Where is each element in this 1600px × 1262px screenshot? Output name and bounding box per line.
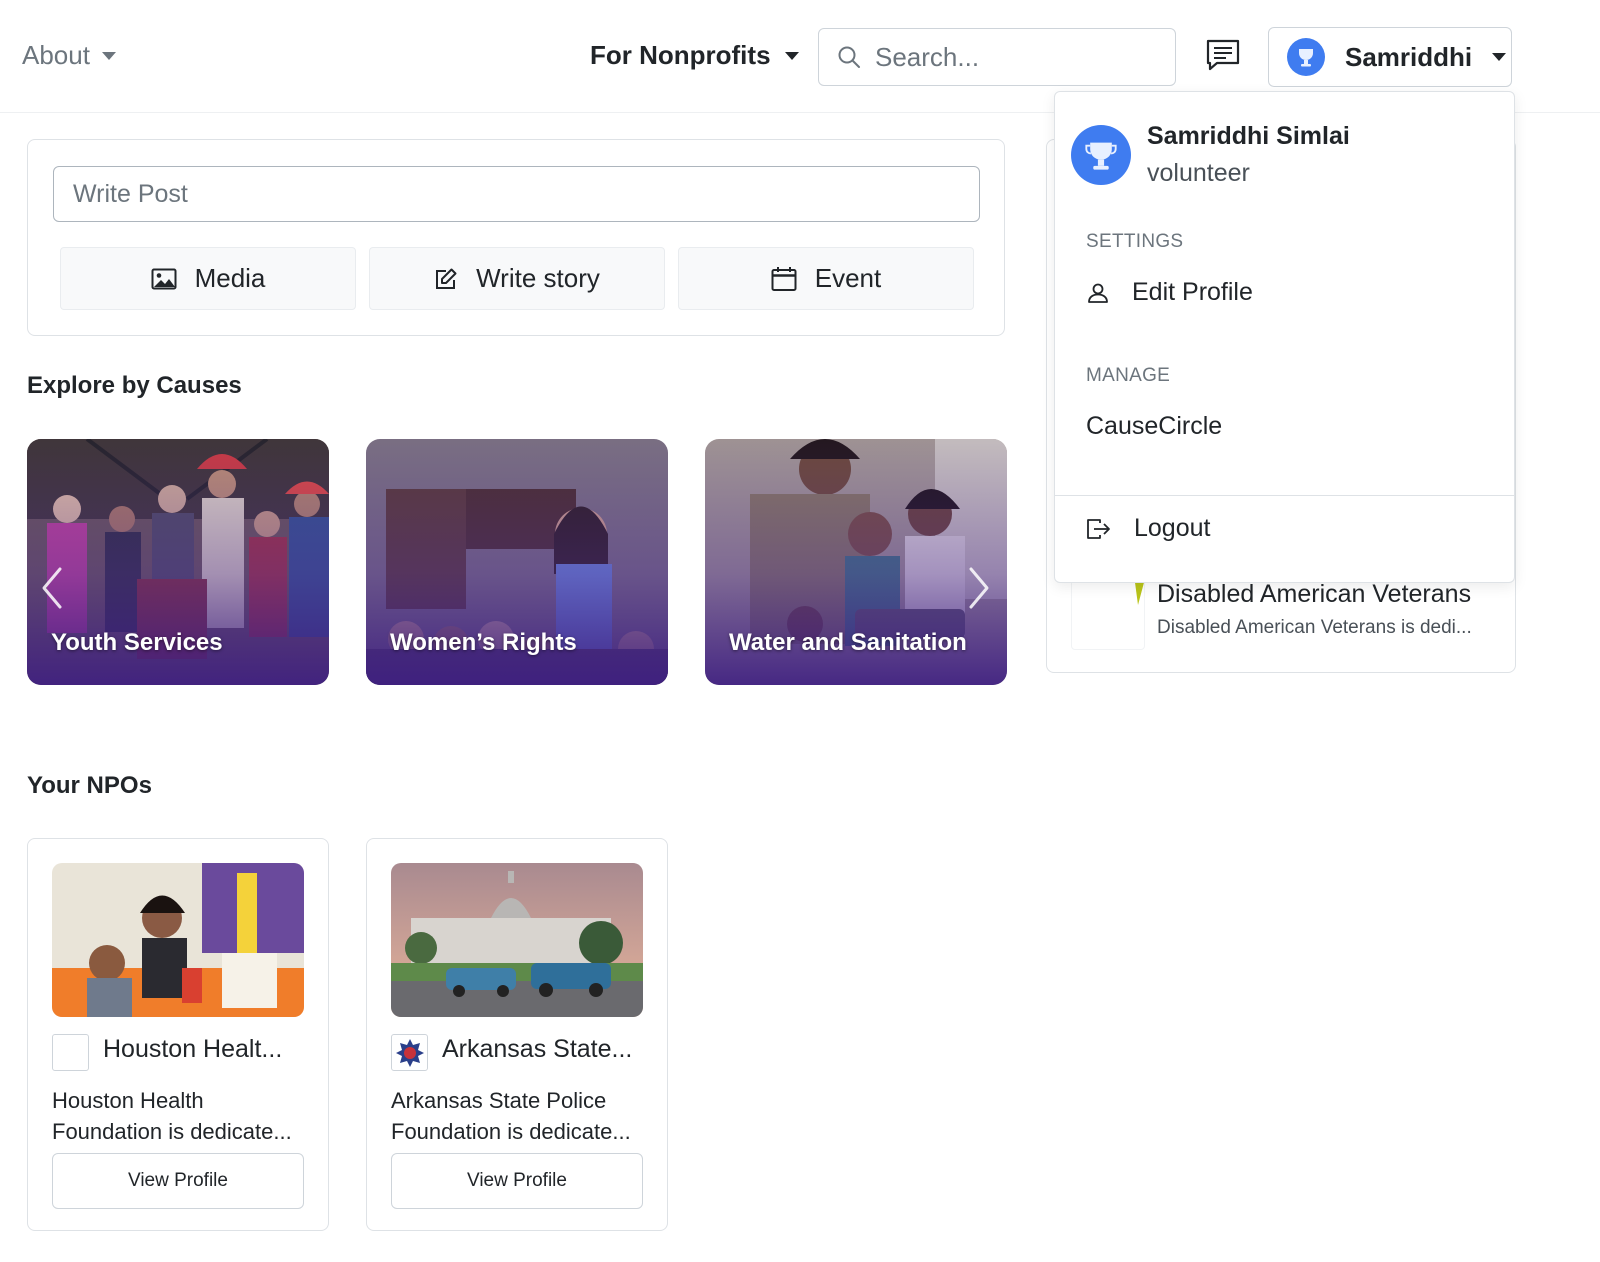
- search-input[interactable]: [875, 41, 1155, 73]
- npo-logo: [1071, 574, 1145, 650]
- npo-logo: [391, 1034, 428, 1071]
- settings-heading: SETTINGS: [1086, 231, 1184, 252]
- chevron-down-icon: [1492, 53, 1507, 61]
- nav-about-dropdown[interactable]: About: [22, 40, 116, 71]
- edit-icon: [436, 268, 457, 289]
- user-menu-button[interactable]: Samriddhi: [1268, 27, 1512, 87]
- user-full-name: Samriddhi Simlai: [1147, 122, 1350, 150]
- npo-photo: [52, 863, 304, 1017]
- your-npos-heading: Your NPOs: [27, 772, 152, 799]
- user-role: volunteer: [1147, 159, 1250, 187]
- post-actions: Media Write story Event: [60, 247, 974, 310]
- npo-card: Houston Healt... Houston Health Foundati…: [27, 838, 329, 1231]
- police-badge-icon: [395, 1038, 424, 1067]
- manage-heading: MANAGE: [1086, 365, 1171, 386]
- search-box: [818, 28, 1176, 86]
- trophy-icon: [1299, 49, 1313, 67]
- search-icon: [838, 46, 860, 68]
- cause-card-youth-services[interactable]: Youth Services: [27, 439, 329, 685]
- npo-description: Disabled American Veterans is dedi...: [1157, 617, 1472, 638]
- npo-photo: [391, 863, 643, 1017]
- npo-description: Houston Health Foundation is dedicate...: [52, 1088, 292, 1144]
- logout-icon: [1087, 518, 1110, 539]
- user-short-name: Samriddhi: [1345, 41, 1473, 72]
- view-profile-button[interactable]: View Profile: [52, 1153, 304, 1209]
- chevron-down-icon: [101, 51, 116, 60]
- event-button[interactable]: Event: [678, 247, 974, 310]
- write-post-input[interactable]: [53, 166, 980, 222]
- npo-name[interactable]: Arkansas State...: [442, 1035, 632, 1064]
- carousel-prev-button[interactable]: [38, 565, 66, 611]
- edit-profile-menu-item[interactable]: Edit Profile: [1086, 278, 1253, 307]
- logout-label: Logout: [1134, 514, 1211, 542]
- chevron-down-icon: [784, 51, 799, 60]
- event-button-label: Event: [814, 263, 882, 293]
- causecircle-label: CauseCircle: [1086, 412, 1223, 440]
- npo-card: Arkansas State... Arkansas State Police …: [366, 838, 668, 1231]
- media-button[interactable]: Media: [60, 247, 356, 310]
- write-story-button[interactable]: Write story: [369, 247, 665, 310]
- chat-icon: [1206, 39, 1240, 71]
- user-icon: [1088, 283, 1108, 303]
- cause-label: Women’s Rights: [390, 629, 577, 656]
- nav-for-nonprofits-dropdown[interactable]: For Nonprofits: [590, 40, 799, 71]
- messages-button[interactable]: [1205, 38, 1241, 72]
- cause-label: Water and Sanitation: [729, 629, 967, 656]
- cause-card-womens-rights[interactable]: Women’s Rights: [366, 439, 668, 685]
- trophy-icon: [1085, 142, 1117, 170]
- cause-label: Youth Services: [51, 629, 223, 656]
- npo-logo: [52, 1034, 89, 1071]
- cause-card-water-sanitation[interactable]: Water and Sanitation: [705, 439, 1007, 685]
- carousel-next-button[interactable]: [965, 565, 993, 611]
- explore-causes-heading: Explore by Causes: [27, 372, 242, 399]
- user-dropdown-menu: Samriddhi Simlai volunteer SETTINGS Edit…: [1054, 91, 1515, 583]
- avatar: [1071, 125, 1131, 185]
- menu-divider: [1055, 495, 1514, 496]
- causecircle-menu-item[interactable]: CauseCircle: [1086, 412, 1222, 441]
- npo-name[interactable]: Houston Healt...: [103, 1035, 282, 1064]
- calendar-icon: [771, 266, 797, 291]
- view-profile-button[interactable]: View Profile: [391, 1153, 643, 1209]
- npo-description: Arkansas State Police Foundation is dedi…: [391, 1088, 631, 1144]
- npo-name[interactable]: Disabled American Veterans: [1157, 580, 1471, 609]
- write-story-button-label: Write story: [476, 263, 600, 293]
- post-composer-card: Media Write story Event: [27, 139, 1005, 336]
- logout-menu-item[interactable]: Logout: [1086, 514, 1210, 543]
- media-button-label: Media: [194, 263, 266, 293]
- avatar: [1287, 38, 1325, 76]
- image-icon: [151, 268, 177, 289]
- nav-about-label: About: [22, 40, 90, 70]
- nav-for-nonprofits-label: For Nonprofits: [590, 40, 771, 70]
- edit-profile-label: Edit Profile: [1132, 278, 1253, 306]
